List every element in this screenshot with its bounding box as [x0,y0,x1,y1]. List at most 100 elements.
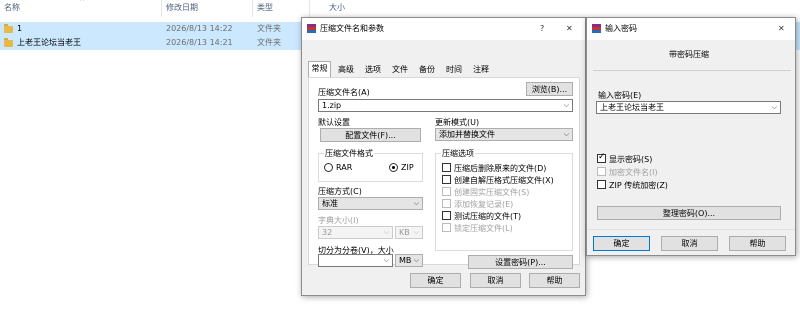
split-unit-select[interactable]: MB ⌵ [395,254,423,267]
option-label: 创建固实压缩文件(S) [454,188,530,197]
split-unit-value: MB [399,256,412,265]
password-value: 上老王论坛当老王 [600,103,664,112]
default-settings-label: 默认设置 [318,118,350,127]
column-divider [161,0,162,17]
chevron-down-icon: ⌵ [413,256,419,264]
chevron-down-icon: ⌵ [413,228,419,236]
option-label: 锁定压缩文件(L) [454,224,513,233]
chevron-down-icon: ⌵ [563,101,569,109]
close-icon[interactable]: ✕ [778,24,785,33]
option-label: 压缩后删除原来的文件(D) [454,164,547,173]
chevron-down-icon: ⌵ [413,199,419,207]
option-checkbox[interactable] [442,175,451,184]
option-checkbox[interactable] [442,211,451,220]
file-type: 文件夹 [257,24,281,33]
chevron-down-icon: ⌵ [563,130,569,138]
password-dialog-title: 输入密码 [605,24,637,33]
column-divider [309,0,310,17]
option-label: 创建自解压格式压缩文件(X) [454,176,554,185]
column-divider [252,0,253,17]
dict-size-label: 字典大小(I) [318,216,359,225]
chevron-down-icon: ⌵ [383,256,389,264]
dict-unit-value: KB [399,228,410,237]
file-name: 上老王论坛当老王 [17,38,81,47]
format-group-label: 压缩文件格式 [324,148,374,159]
split-size-combo[interactable]: ⌵ [318,254,393,267]
ok-button[interactable]: 确定 [593,236,650,251]
column-header-type[interactable]: 类型 [257,0,273,16]
chevron-down-icon: ⌵ [771,103,777,111]
close-icon[interactable]: ✕ [566,24,573,33]
column-header-date[interactable]: 修改日期 [166,0,198,16]
tab-files[interactable]: 文件 [388,63,412,77]
cancel-button[interactable]: 取消 [661,236,718,251]
rar-radio[interactable] [324,163,333,172]
method-value: 标准 [322,199,338,208]
options-group-label: 压缩选项 [441,148,475,159]
password-subtitle: 带密码压缩 [669,50,709,59]
tab-comment[interactable]: 注释 [469,63,493,77]
column-header-size[interactable]: 大小 [329,0,345,16]
help-icon[interactable]: ? [540,24,544,33]
file-name: 1 [17,24,23,33]
profiles-button[interactable]: 配置文件(F)... [320,128,421,142]
archive-name-combo[interactable]: 1.zip ⌵ [318,99,573,112]
folder-icon [4,38,13,47]
column-header-name[interactable]: 名称 [4,0,20,16]
chevron-down-icon: ⌵ [383,228,389,236]
divider [593,70,791,71]
tab-backup[interactable]: 备份 [415,63,439,77]
winrar-icon [592,24,601,33]
cancel-button[interactable]: 取消 [470,273,521,288]
encrypt-names-checkbox[interactable] [597,167,606,176]
archive-name-label: 压缩文件名(A) [318,88,370,97]
archive-dialog-titlebar: 压缩文件名和参数 ? ✕ [302,18,585,40]
dict-size-value: 32 [322,228,333,237]
password-label: 输入密码(E) [598,91,642,100]
file-date: 2026/8/13 14:21 [166,38,233,47]
rar-label: RAR [336,163,353,172]
update-mode-label: 更新模式(U) [435,118,480,127]
zip-radio[interactable] [389,163,398,172]
tab-advanced[interactable]: 高级 [334,63,358,77]
method-label: 压缩方式(C) [318,187,362,196]
zip-legacy-checkbox[interactable] [597,180,606,189]
update-mode-value: 添加并替换文件 [439,130,495,139]
password-input[interactable]: 上老王论坛当老王 ⌵ [596,101,781,114]
sort-ascending-icon: ^ [79,0,85,6]
dict-size-select[interactable]: 32 ⌵ [318,226,393,239]
encrypt-names-label: 加密文件名(I) [609,168,658,177]
option-checkbox[interactable] [442,223,451,232]
tab-options[interactable]: 选项 [361,63,385,77]
option-label: 测试压缩的文件(T) [454,212,522,221]
archive-name-value: 1.zip [322,101,342,110]
help-button[interactable]: 帮助 [729,236,786,251]
password-dialog: 输入密码 ✕ 带密码压缩 输入密码(E) 上老王论坛当老王 ⌵ 显示密码(S) … [586,17,796,256]
option-label: 添加恢复记录(E) [454,200,514,209]
file-date: 2026/8/13 14:22 [166,24,233,33]
folder-icon [4,24,13,33]
tab-general[interactable]: 常规 [308,61,331,78]
option-checkbox[interactable] [442,199,451,208]
ok-button[interactable]: 确定 [410,273,461,288]
method-select[interactable]: 标准 ⌵ [318,197,423,210]
browse-button[interactable]: 浏览(B)... [526,82,573,96]
set-password-button[interactable]: 设置密码(P)... [468,255,573,269]
general-tab-panel: 压缩文件名(A) 浏览(B)... 1.zip ⌵ 默认设置 配置文件(F)..… [308,77,580,269]
help-button[interactable]: 帮助 [529,273,580,288]
zip-legacy-label: ZIP 传统加密(Z) [609,181,668,190]
organize-passwords-button[interactable]: 整理密码(O)... [597,206,781,220]
dict-unit-select[interactable]: KB ⌵ [395,226,423,239]
archive-dialog-title: 压缩文件名和参数 [320,24,384,33]
show-password-label: 显示密码(S) [609,155,653,164]
option-checkbox[interactable] [442,163,451,172]
tab-time[interactable]: 时间 [442,63,466,77]
option-checkbox[interactable] [442,187,451,196]
zip-label: ZIP [401,163,414,172]
show-password-checkbox[interactable] [597,152,606,163]
file-type: 文件夹 [257,38,281,47]
update-mode-select[interactable]: 添加并替换文件 ⌵ [435,128,573,141]
archive-dialog: 压缩文件名和参数 ? ✕ 常规 高级 选项 文件 备份 时间 注释 压缩文件名(… [301,17,586,296]
winrar-icon [307,24,316,33]
password-dialog-titlebar: 输入密码 ✕ [587,18,795,40]
